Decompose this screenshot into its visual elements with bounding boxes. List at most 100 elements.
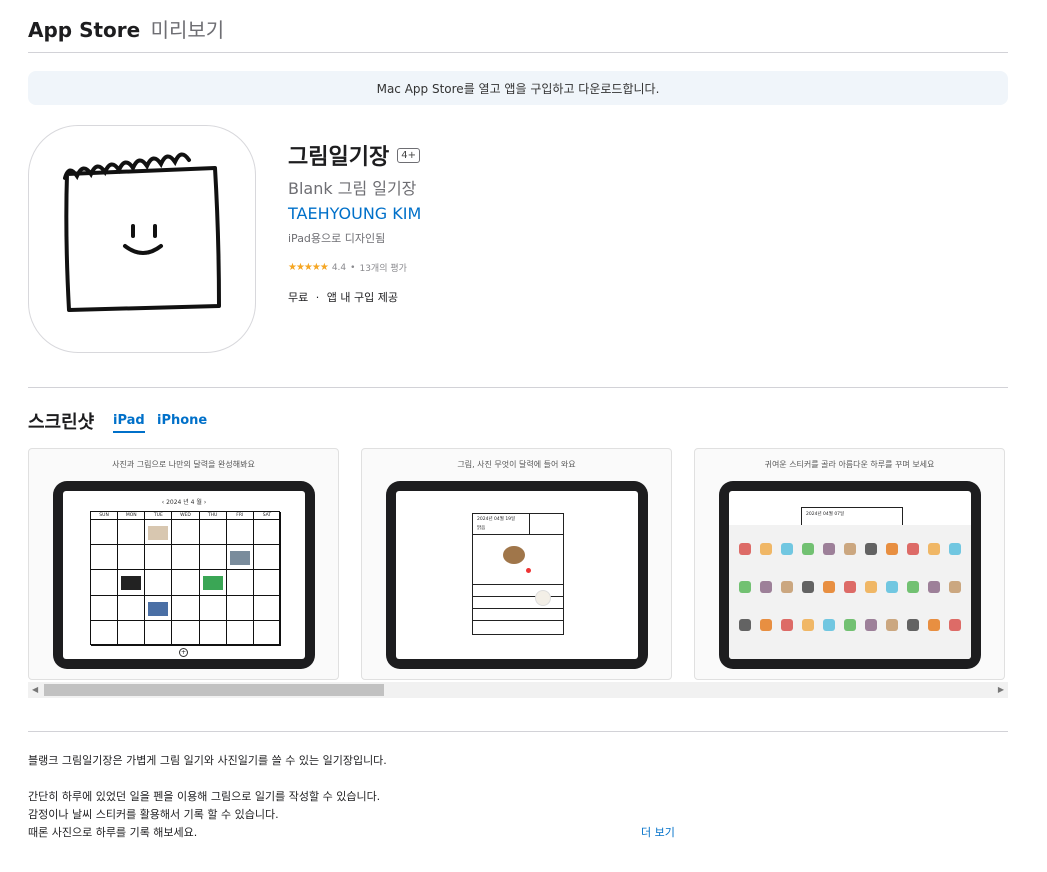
calendar-screen: ‹ 2024 년 4 월 › SUN MON TUE WED THU FRI SAT +: [63, 491, 305, 659]
price-row: 무료 · 앱 내 구입 제공: [288, 289, 398, 305]
photo-thumbnail: [121, 576, 142, 591]
calendar-cell: [199, 570, 227, 596]
calendar-weekday: THU: [199, 512, 227, 520]
photo-thumbnail: [229, 551, 250, 566]
header-divider-line: [529, 514, 530, 534]
calendar-cell: [145, 545, 173, 571]
calendar-cell: [172, 545, 200, 571]
calendar-cell: [118, 520, 146, 546]
calendar-weekday: WED: [172, 512, 200, 520]
calendar-cell: [118, 570, 146, 596]
rating-value: 4.4: [331, 262, 347, 273]
calendar-cell: [253, 570, 281, 596]
star-rating-icon: ★★★★★: [288, 262, 329, 273]
calendar-cell: [91, 570, 119, 596]
sticker-icon: [949, 543, 961, 555]
banner-text: Mac App Store를 열고 앱을 구입하고 다운로드합니다.: [376, 81, 660, 96]
scroll-left-icon[interactable]: ◀: [32, 685, 38, 694]
iap-label: 앱 내 구입 제공: [326, 291, 398, 304]
calendar-cell: [145, 520, 173, 546]
sticker-icon: [928, 581, 940, 593]
sticker-icon: [739, 619, 751, 631]
tab-iphone[interactable]: iPhone: [157, 413, 207, 428]
rating-dot: •: [350, 262, 356, 273]
calendar-cell: [226, 520, 254, 546]
sticker-icon: [928, 619, 940, 631]
scrollbar-thumb[interactable]: [44, 684, 384, 696]
rating-count: 13개의 평가: [359, 264, 407, 274]
mac-app-store-banner[interactable]: Mac App Store를 열고 앱을 구입하고 다운로드합니다.: [28, 71, 1008, 105]
calendar-grid: SUN MON TUE WED THU FRI SAT: [90, 511, 281, 646]
sticker-icon: [844, 543, 856, 555]
screenshot-1[interactable]: 사진과 그림으로 나만의 달력을 완성해봐요 ‹ 2024 년 4 월 › SU…: [28, 448, 339, 680]
price-separator: ·: [315, 291, 320, 304]
diary-line: [473, 584, 563, 585]
screenshot-2[interactable]: 그림, 사진 무엇이 달력에 들어 와요 2024년 04월 19일 맑음: [361, 448, 672, 680]
sticker-icon: [802, 619, 814, 631]
calendar-weekday: TUE: [145, 512, 173, 520]
developer-link[interactable]: TAEHYOUNG KIM: [288, 204, 421, 223]
calendar-cell: [253, 520, 281, 546]
sticker-icon: [949, 581, 961, 593]
sticker-icon: [739, 543, 751, 555]
calendar-cell: [199, 620, 227, 646]
screenshot-caption: 사진과 그림으로 나만의 달력을 완성해봐요: [112, 460, 255, 469]
diary-line: [473, 608, 563, 609]
calendar-cell: [145, 570, 173, 596]
calendar-cell: [172, 520, 200, 546]
calendar-cell: [226, 570, 254, 596]
heart-icon: [526, 568, 531, 573]
calendar-cell: [91, 545, 119, 571]
calendar-cell: [145, 620, 173, 646]
screenshot-caption: 그림, 사진 무엇이 달력에 들어 와요: [457, 460, 576, 469]
scroll-right-icon[interactable]: ▶: [998, 685, 1004, 694]
calendar-cell: [253, 620, 281, 646]
sticker-icon: [865, 543, 877, 555]
sticker-icon: [823, 619, 835, 631]
sticker-icon: [865, 619, 877, 631]
notepad-face-icon: [63, 152, 221, 312]
calendar-cell: [118, 595, 146, 621]
ipad-frame: 2024년 04월 19일 맑음: [386, 481, 648, 669]
app-store-brand: App Store: [28, 18, 141, 42]
screenshot-scrollbar[interactable]: ◀ ▶: [28, 682, 1008, 698]
designed-for-label: iPad용으로 디자인됨: [288, 232, 386, 245]
sticker-icon: [823, 543, 835, 555]
sticker-icon: [802, 581, 814, 593]
preview-label: 미리보기: [150, 18, 225, 42]
calendar-cell: [253, 595, 281, 621]
rating-row: ★★★★★ 4.4 • 13개의 평가: [288, 261, 407, 274]
sticker-icon: [781, 543, 793, 555]
sticker-icon: [844, 581, 856, 593]
sticker-icon: [886, 581, 898, 593]
calendar-month-label: ‹ 2024 년 4 월 ›: [161, 499, 207, 506]
calendar-cell: [226, 545, 254, 571]
sticker-icon: [760, 543, 772, 555]
sticker-icon: [886, 543, 898, 555]
diary-weather: 맑음: [477, 526, 486, 531]
sticker-icon: [823, 581, 835, 593]
screenshot-caption: 귀여운 스티커를 골라 아름다운 하루를 꾸며 보세요: [764, 460, 935, 469]
tab-ipad[interactable]: iPad: [113, 413, 145, 433]
dog-drawing-icon: [503, 546, 525, 564]
sticker-icon: [886, 619, 898, 631]
section-divider: [28, 387, 1008, 388]
calendar-cell: [118, 545, 146, 571]
store-header: App Store 미리보기: [28, 14, 224, 43]
diary-screen: 2024년 04월 19일 맑음: [396, 491, 638, 659]
sticker-icon: [907, 581, 919, 593]
sticker-icon: [907, 619, 919, 631]
diary-page: 2024년 04월 19일 맑음: [472, 513, 564, 635]
sticker-screen: 2024년 04월 07일: [729, 491, 971, 659]
diary-date: 2024년 04월 19일: [477, 517, 516, 522]
calendar-cell: [253, 545, 281, 571]
app-title: 그림일기장: [288, 145, 390, 170]
calendar-cell: [199, 545, 227, 571]
calendar-cell: [199, 520, 227, 546]
screenshot-3[interactable]: 귀여운 스티커를 골라 아름다운 하루를 꾸며 보세요 2024년 04월 07…: [694, 448, 1005, 680]
more-link[interactable]: 더 보기: [641, 824, 675, 840]
price-label: 무료: [288, 291, 309, 304]
calendar-cell: [226, 620, 254, 646]
sticker-icon: [760, 581, 772, 593]
calendar-cell: [226, 595, 254, 621]
